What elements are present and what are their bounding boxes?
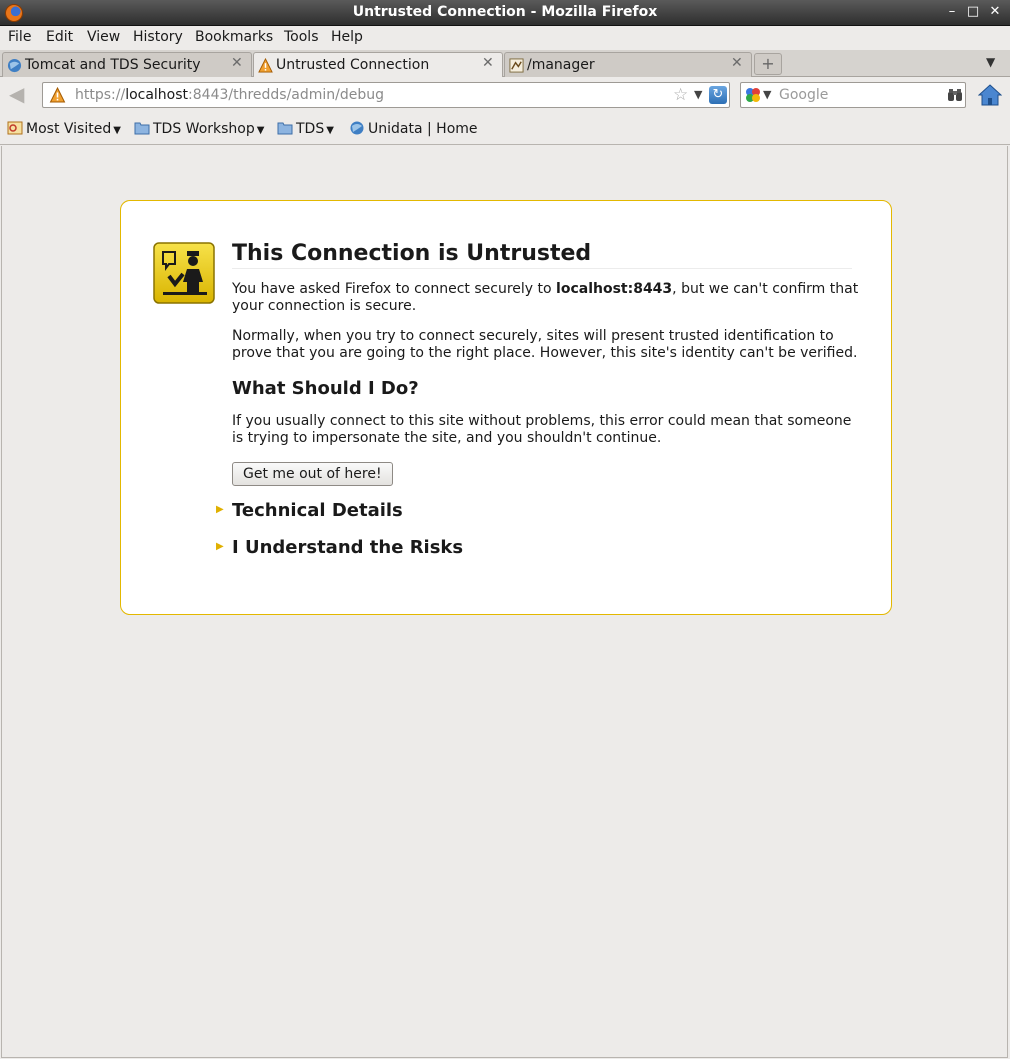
error-intro-text: You have asked Firefox to connect secure…	[232, 281, 867, 315]
menubar: File Edit View History Bookmarks Tools H…	[0, 26, 1010, 50]
what-should-i-do-heading: What Should I Do?	[232, 378, 419, 399]
bookmark-star-icon[interactable]: ☆	[673, 85, 688, 105]
url-text[interactable]: https://localhost:8443/thredds/admin/deb…	[75, 87, 384, 103]
tab-label: Untrusted Connection	[276, 57, 430, 73]
maximize-icon[interactable]: □	[965, 4, 981, 20]
menu-history[interactable]: History	[133, 29, 183, 45]
bookmark-unidata-home[interactable]: Unidata | Home	[349, 121, 478, 137]
unidata-globe-icon	[7, 58, 22, 73]
url-bar[interactable]: https://localhost:8443/thredds/admin/deb…	[42, 82, 730, 108]
menu-bookmarks[interactable]: Bookmarks	[195, 29, 273, 45]
tab-label: Tomcat and TDS Security	[25, 57, 201, 73]
minimize-icon[interactable]: –	[944, 4, 960, 20]
home-icon[interactable]	[978, 83, 1002, 107]
technical-details-label: Technical Details	[232, 500, 403, 521]
close-icon[interactable]: ✕	[987, 4, 1003, 20]
google-icon	[746, 88, 760, 102]
window-titlebar: Untrusted Connection - Mozilla Firefox –…	[0, 0, 1010, 26]
new-tab-button[interactable]: +	[754, 53, 782, 75]
bookmark-label: TDS Workshop	[153, 121, 255, 137]
warning-icon	[258, 58, 273, 73]
menu-file[interactable]: File	[8, 29, 31, 45]
title-divider	[232, 268, 852, 269]
folder-icon	[277, 122, 293, 135]
chevron-down-icon: ▼	[113, 125, 121, 136]
bookmark-label: TDS	[296, 121, 325, 137]
tab-strip: Tomcat and TDS Security ✕ Untrusted Conn…	[0, 50, 1010, 78]
tab-close-icon[interactable]: ✕	[482, 56, 496, 70]
url-history-dropdown-icon[interactable]: ▼	[694, 88, 702, 101]
search-engine-dropdown-icon[interactable]: ▼	[763, 88, 771, 101]
tab-close-icon[interactable]: ✕	[731, 56, 745, 70]
url-host: localhost	[125, 87, 189, 103]
tab-tomcat-security[interactable]: Tomcat and TDS Security ✕	[2, 52, 252, 77]
navigation-toolbar: ◀ https://localhost:8443/thredds/admin/d…	[0, 77, 1010, 113]
error-page-container: This Connection is Untrusted You have as…	[120, 200, 892, 615]
window-title: Untrusted Connection - Mozilla Firefox	[352, 4, 658, 20]
bookmark-folder-tds[interactable]: TDS ▼	[277, 121, 334, 137]
url-scheme: https://	[75, 87, 126, 103]
menu-view[interactable]: View	[87, 29, 120, 45]
advice-text: If you usually connect to this site with…	[232, 413, 852, 446]
bookmarks-toolbar: Most Visited ▼ TDS Workshop ▼ TDS ▼ Unidata…	[0, 113, 1010, 145]
unidata-globe-icon	[350, 121, 364, 135]
back-arrow-icon[interactable]: ◀	[9, 84, 31, 106]
search-bar[interactable]: ▼ Google	[740, 82, 966, 108]
search-placeholder: Google	[779, 87, 829, 103]
reload-icon[interactable]: ↻	[709, 86, 727, 104]
security-officer-icon	[153, 242, 215, 304]
bookmark-folder-tds-workshop[interactable]: TDS Workshop ▼	[134, 121, 264, 137]
bookmark-most-visited[interactable]: Most Visited ▼	[7, 121, 121, 137]
bookmark-label: Most Visited	[26, 121, 112, 137]
understand-risks-expander[interactable]: ▶ I Understand the Risks	[216, 537, 463, 558]
folder-icon	[134, 122, 150, 135]
tab-close-icon[interactable]: ✕	[231, 56, 245, 70]
menu-help[interactable]: Help	[331, 29, 363, 45]
understand-risks-label: I Understand the Risks	[232, 537, 464, 558]
list-all-tabs-icon[interactable]: ▼	[986, 55, 995, 69]
tab-label: /manager	[527, 57, 595, 73]
error-title: This Connection is Untrusted	[232, 241, 592, 266]
get-me-out-button[interactable]: Get me out of here!	[232, 462, 393, 486]
chevron-down-icon: ▼	[256, 125, 265, 136]
warning-icon	[49, 87, 66, 103]
technical-details-expander[interactable]: ▶ Technical Details	[216, 500, 403, 521]
binoculars-icon[interactable]	[947, 87, 963, 103]
expand-triangle-icon: ▶	[216, 541, 224, 552]
tab-untrusted-connection[interactable]: Untrusted Connection ✕	[253, 52, 503, 78]
tomcat-icon	[509, 58, 524, 73]
most-visited-icon	[7, 121, 23, 135]
error-explanation-text: Normally, when you try to connect secure…	[232, 328, 858, 361]
page-content: This Connection is Untrusted You have as…	[1, 146, 1008, 1058]
expand-triangle-icon: ▶	[216, 504, 224, 515]
url-path: :8443/thredds/admin/debug	[188, 87, 385, 103]
intro-text-before: You have asked Firefox to connect secure…	[232, 281, 557, 297]
intro-host: localhost:8443	[556, 281, 673, 297]
menu-edit[interactable]: Edit	[46, 29, 73, 45]
tab-manager[interactable]: /manager ✕	[504, 52, 752, 77]
chevron-down-icon: ▼	[326, 125, 334, 136]
menu-tools[interactable]: Tools	[284, 29, 319, 45]
bookmark-label: Unidata | Home	[368, 121, 478, 137]
